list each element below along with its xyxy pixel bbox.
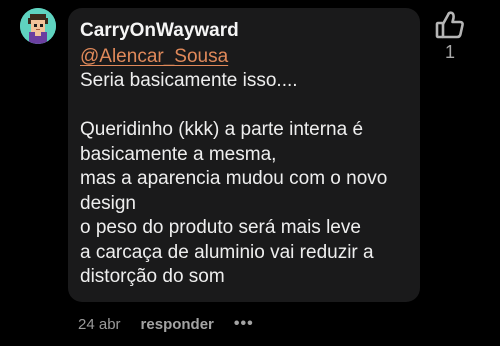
like-button[interactable]: 1 [433,8,469,72]
comment-bubble: CarryOnWayward @Alencar_Sousa Seria basi… [68,8,420,302]
like-count: 1 [444,42,455,62]
pixel-character-avatar-icon [20,8,56,44]
comment-line [80,94,408,119]
comment-meta: 24 abr responder ••• [78,314,254,334]
comment-date: 24 abr [78,315,121,333]
comment-line: o peso do produto será mais leve [80,217,361,238]
reply-button[interactable]: responder [141,316,214,333]
mention-link[interactable]: @Alencar_Sousa [80,45,228,69]
comment-line: design [80,192,136,214]
comment-line: mas a aparencia mudou com o novo [80,168,388,189]
more-options-icon[interactable]: ••• [234,315,254,333]
comment-line: a carcaça de aluminio vai reduzir a [80,241,374,263]
comment-line: Queridinho (kkk) a parte interna é [80,119,364,140]
comment-author[interactable]: CarryOnWayward [80,19,408,43]
comment-line: distorção do som [80,266,225,287]
comment-body: Seria basicamente isso.... Queridinho (k… [80,69,408,290]
comment-line: basicamente a mesma, [80,143,277,165]
thumbs-up-icon [435,11,464,39]
comment-line: Seria basicamente isso.... [80,70,298,91]
avatar[interactable] [20,8,56,44]
